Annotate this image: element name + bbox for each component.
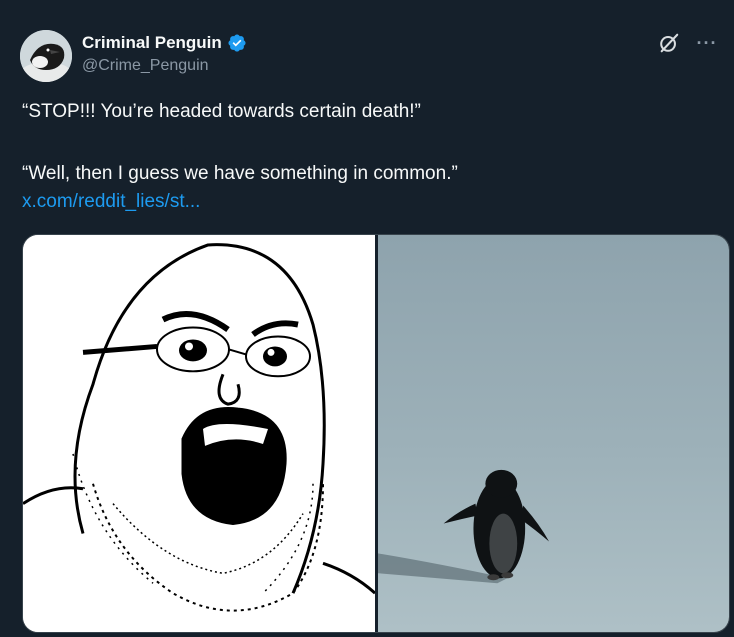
soyjak-drawing bbox=[23, 235, 375, 632]
verified-badge-icon[interactable] bbox=[227, 33, 247, 53]
penguin-avatar-icon bbox=[20, 30, 72, 82]
penguin-on-ice-image[interactable] bbox=[378, 235, 729, 632]
author-display-name[interactable]: Criminal Penguin bbox=[82, 33, 222, 53]
tweet-link[interactable]: x.com/reddit_lies/st... bbox=[22, 190, 200, 214]
tweet-body: “STOP!!! You’re headed towards certain d… bbox=[22, 100, 712, 214]
penguin-photo bbox=[378, 235, 729, 632]
more-options-icon[interactable]: ··· bbox=[694, 30, 720, 56]
author-handle[interactable]: @Crime_Penguin bbox=[82, 57, 247, 75]
author-avatar[interactable] bbox=[20, 30, 72, 82]
soyjak-yelling-image[interactable] bbox=[23, 235, 375, 632]
tweet-line-1: “STOP!!! You’re headed towards certain d… bbox=[22, 101, 421, 122]
tweet-line-2: “Well, then I guess we have something in… bbox=[22, 163, 458, 184]
author-name-row: Criminal Penguin bbox=[82, 32, 247, 54]
tweet-card: Criminal Penguin @Crime_Penguin ··· “STO… bbox=[0, 0, 734, 637]
author-info: Criminal Penguin @Crime_Penguin bbox=[82, 32, 247, 75]
tweet-top-actions: ··· bbox=[656, 30, 720, 56]
grok-icon[interactable] bbox=[656, 30, 682, 56]
tweet-media[interactable] bbox=[22, 234, 730, 633]
